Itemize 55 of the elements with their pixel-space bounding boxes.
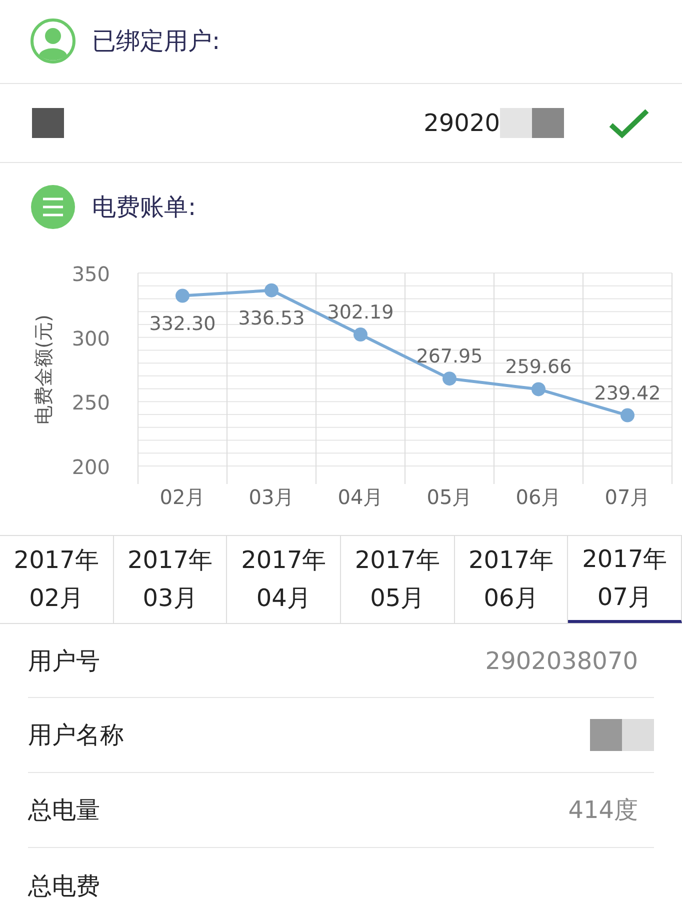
redaction-blur — [590, 719, 654, 752]
data-label: 239.42 — [594, 382, 661, 404]
month-tab[interactable]: 2017年 02月 — [0, 536, 114, 623]
list-icon — [30, 184, 76, 230]
x-tick-label: 02月 — [160, 485, 206, 510]
tab-month: 06月 — [484, 583, 538, 614]
tab-year: 2017年 — [127, 545, 213, 576]
month-tab[interactable]: 2017年 05月 — [341, 536, 455, 623]
section-title: 电费账单: — [92, 192, 196, 223]
data-point — [264, 284, 278, 298]
tab-month: 04月 — [256, 583, 311, 614]
tab-month: 02月 — [29, 583, 84, 614]
data-label: 336.53 — [238, 308, 305, 330]
x-tick-label: 07月 — [604, 485, 650, 510]
tab-month: 03月 — [142, 583, 198, 614]
tab-year: 2017年 — [14, 545, 99, 576]
tab-year: 2017年 — [241, 545, 326, 576]
month-tab[interactable]: 2017年 07月 — [568, 536, 682, 623]
field-label: 用户名称 — [28, 720, 124, 752]
section-title: 已绑定用户: — [92, 26, 220, 58]
field-label: 总电费 — [28, 870, 100, 902]
tab-month: 07月 — [597, 582, 652, 613]
tab-year: 2017年 — [354, 545, 440, 576]
y-tick-label: 300 — [72, 326, 110, 351]
data-point — [442, 372, 456, 386]
redaction-blur — [500, 108, 564, 138]
y-axis-title: 电费金额(元) — [33, 314, 55, 425]
x-tick-label: 03月 — [248, 485, 294, 510]
tab-year: 2017年 — [468, 545, 554, 576]
field-label: 用户号 — [28, 646, 100, 676]
field-value: 414度 — [568, 795, 639, 826]
y-tick-label: 350 — [72, 262, 110, 286]
user-icon — [30, 18, 76, 64]
field-value: 2902038070 — [485, 646, 639, 676]
data-point — [532, 382, 546, 396]
field-label: 总电量 — [28, 795, 100, 826]
data-point — [620, 408, 634, 422]
y-tick-label: 250 — [72, 390, 110, 415]
month-tab[interactable]: 2017年 03月 — [114, 536, 228, 623]
data-point — [354, 328, 368, 342]
month-tab[interactable]: 2017年 04月 — [227, 536, 342, 623]
data-point — [176, 288, 190, 303]
data-label: 259.66 — [505, 356, 572, 378]
data-label: 267.95 — [416, 346, 483, 368]
data-label: 332.30 — [149, 312, 216, 335]
month-tab[interactable]: 2017年 06月 — [454, 536, 568, 623]
x-tick-label: 06月 — [516, 485, 562, 510]
y-tick-label: 200 — [72, 455, 110, 480]
x-tick-label: 05月 — [426, 485, 472, 510]
tab-year: 2017年 — [582, 544, 668, 575]
account-number: 29020 — [424, 108, 500, 139]
data-label: 302.19 — [327, 302, 394, 324]
x-tick-label: 04月 — [338, 485, 384, 510]
redaction-blur — [32, 108, 64, 138]
tab-month: 05月 — [370, 583, 425, 614]
